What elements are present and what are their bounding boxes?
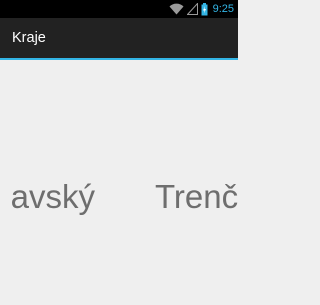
- pager-item-right[interactable]: Trenč: [155, 178, 238, 216]
- action-bar: Kraje: [0, 18, 238, 58]
- status-icons: 9:25: [169, 1, 234, 17]
- app-screen: 9:25 Kraje avský Trenč: [0, 0, 238, 305]
- signal-icon: [186, 3, 198, 15]
- region-pager[interactable]: avský Trenč: [0, 60, 238, 305]
- status-bar: 9:25: [0, 0, 238, 18]
- wifi-icon: [169, 3, 184, 15]
- action-bar-title: Kraje: [12, 30, 46, 46]
- status-time: 9:25: [212, 3, 234, 15]
- pager-item-left[interactable]: avský: [11, 178, 95, 216]
- battery-charging-icon: [201, 2, 208, 16]
